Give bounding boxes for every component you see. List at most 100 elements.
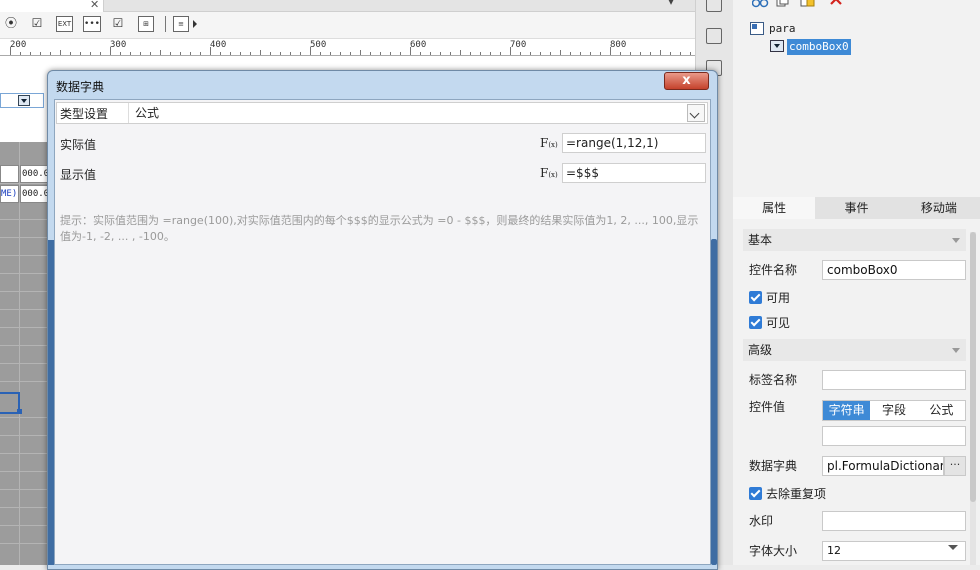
grid-cell[interactable]: 000.0 [20, 185, 50, 203]
scrollbar-thumb[interactable] [711, 239, 717, 565]
tree-node-para[interactable]: para [769, 21, 796, 37]
checkbox-icon[interactable]: ☑ [110, 16, 126, 32]
ruler-tick [140, 52, 141, 55]
formula-icon-sub: (x) [548, 141, 558, 149]
layout-icon[interactable] [706, 0, 722, 12]
ruler-tick [470, 52, 471, 55]
type-setting-select[interactable]: 公式 [128, 103, 706, 123]
grid-line [0, 327, 50, 328]
tree-node-combobox[interactable]: comboBox0 [787, 39, 851, 55]
grid-line [0, 525, 50, 526]
ruler-tick [170, 52, 171, 55]
ruler-tick [640, 52, 641, 55]
watermark-input[interactable] [822, 511, 966, 531]
ruler-label: 200 [10, 40, 27, 50]
canvas-combobox-widget[interactable] [0, 93, 44, 108]
tag-name-label: 标签名称 [749, 373, 798, 387]
widget-value-type-switch: 字符串 字段 公式 [822, 400, 966, 421]
ruler-tick [500, 52, 501, 55]
ruler-tick [260, 50, 261, 55]
grid-line [0, 453, 50, 454]
link-icon[interactable] [752, 0, 769, 8]
tab-close-icon[interactable]: ✕ [90, 0, 99, 11]
copy-icon[interactable] [776, 0, 789, 7]
designer-toolbar: ⦿ ☑ EXT ••• ☑ ⊞ ≡ [0, 12, 695, 38]
dialog-close-button[interactable]: x [664, 72, 709, 90]
grid-line [0, 219, 50, 220]
widget-value-formula-option[interactable]: 公式 [918, 401, 965, 420]
tab-events[interactable]: 事件 [815, 197, 898, 219]
formula-icon[interactable]: F(x) [540, 136, 558, 150]
property-scrollbar[interactable] [970, 232, 976, 565]
formula-icon[interactable]: F(x) [540, 166, 558, 180]
dedupe-checkbox[interactable] [749, 487, 762, 500]
ruler-tick [600, 52, 601, 55]
watermark-label: 水印 [749, 514, 774, 528]
ruler-tick [460, 50, 461, 55]
widget-name-input[interactable]: comboBox0 [822, 260, 966, 280]
password-field-icon[interactable]: ••• [83, 16, 101, 32]
grid-line [0, 255, 50, 256]
section-advanced-title: 高级 [748, 343, 773, 357]
properties-icon[interactable] [706, 28, 722, 44]
widget-value-label: 控件值 [749, 400, 786, 414]
toolbar-more-icon[interactable] [193, 20, 197, 28]
ruler-tick [480, 52, 481, 55]
selection-handle[interactable] [17, 409, 22, 414]
data-dictionary-input[interactable]: pl.FormulaDictionary [822, 456, 944, 476]
dialog-scrollbar[interactable] [711, 99, 717, 565]
display-value-input[interactable]: =$$$ [562, 163, 706, 183]
chevron-down-icon[interactable] [687, 104, 705, 122]
ruler-label: 800 [610, 40, 627, 50]
grid-cell[interactable]: 000.0 [20, 165, 50, 183]
ruler-tick [100, 52, 101, 55]
type-setting-label: 类型设置 [60, 107, 109, 121]
right-panel [733, 0, 980, 565]
data-dictionary-label: 数据字典 [749, 459, 798, 473]
tab-properties[interactable]: 属性 [733, 197, 816, 219]
ruler-tick [40, 52, 41, 55]
tab-mobile[interactable]: 移动端 [897, 197, 980, 219]
grid-cell[interactable]: ME) [0, 185, 19, 203]
scrollbar-thumb[interactable] [970, 232, 976, 502]
ruler-tick [390, 52, 391, 55]
enabled-checkbox[interactable] [749, 291, 762, 304]
tab-overflow-icon[interactable]: ▾ [668, 0, 674, 8]
grid-cell[interactable] [0, 165, 19, 183]
font-size-label: 字体大小 [749, 544, 798, 558]
section-advanced[interactable]: 高级 [743, 339, 966, 361]
grid-line [0, 183, 50, 184]
visible-checkbox[interactable] [749, 316, 762, 329]
combobox-icon [770, 40, 784, 52]
ruler-tick [320, 52, 321, 55]
chevron-down-icon [952, 348, 960, 353]
section-basic[interactable]: 基本 [743, 229, 966, 251]
actual-value-input[interactable]: =range(1,12,1) [562, 133, 706, 153]
delete-icon[interactable] [830, 0, 842, 5]
ruler-tick [110, 47, 111, 55]
widget-value-string-option[interactable]: 字符串 [823, 401, 871, 420]
checkbox-group-icon[interactable]: ☑ [29, 16, 45, 32]
data-dictionary-edit-button[interactable]: ··· [944, 456, 966, 476]
ruler-tick [430, 52, 431, 55]
report-grid[interactable] [0, 142, 50, 565]
grid-line [0, 237, 50, 238]
text-field-icon[interactable]: EXT [56, 16, 73, 32]
tree-widget-icon[interactable]: ⊞ [138, 16, 154, 32]
chevron-down-icon[interactable] [948, 545, 958, 550]
tree-toolbar [752, 0, 842, 8]
editor-tab-active[interactable] [0, 0, 104, 12]
ruler-tick [650, 52, 651, 55]
radio-group-icon[interactable]: ⦿ [3, 16, 19, 32]
font-size-select[interactable]: 12 [822, 541, 966, 561]
list-widget-icon[interactable]: ≡ [173, 16, 189, 32]
widget-value-field-option[interactable]: 字段 [870, 401, 917, 420]
tag-name-input[interactable] [822, 370, 966, 390]
paste-icon[interactable] [800, 0, 815, 7]
ruler-tick [440, 52, 441, 55]
ruler-tick [50, 52, 51, 55]
ruler-tick [590, 52, 591, 55]
ruler-tick [670, 52, 671, 55]
ruler-tick [570, 52, 571, 55]
widget-value-input[interactable] [822, 426, 966, 446]
